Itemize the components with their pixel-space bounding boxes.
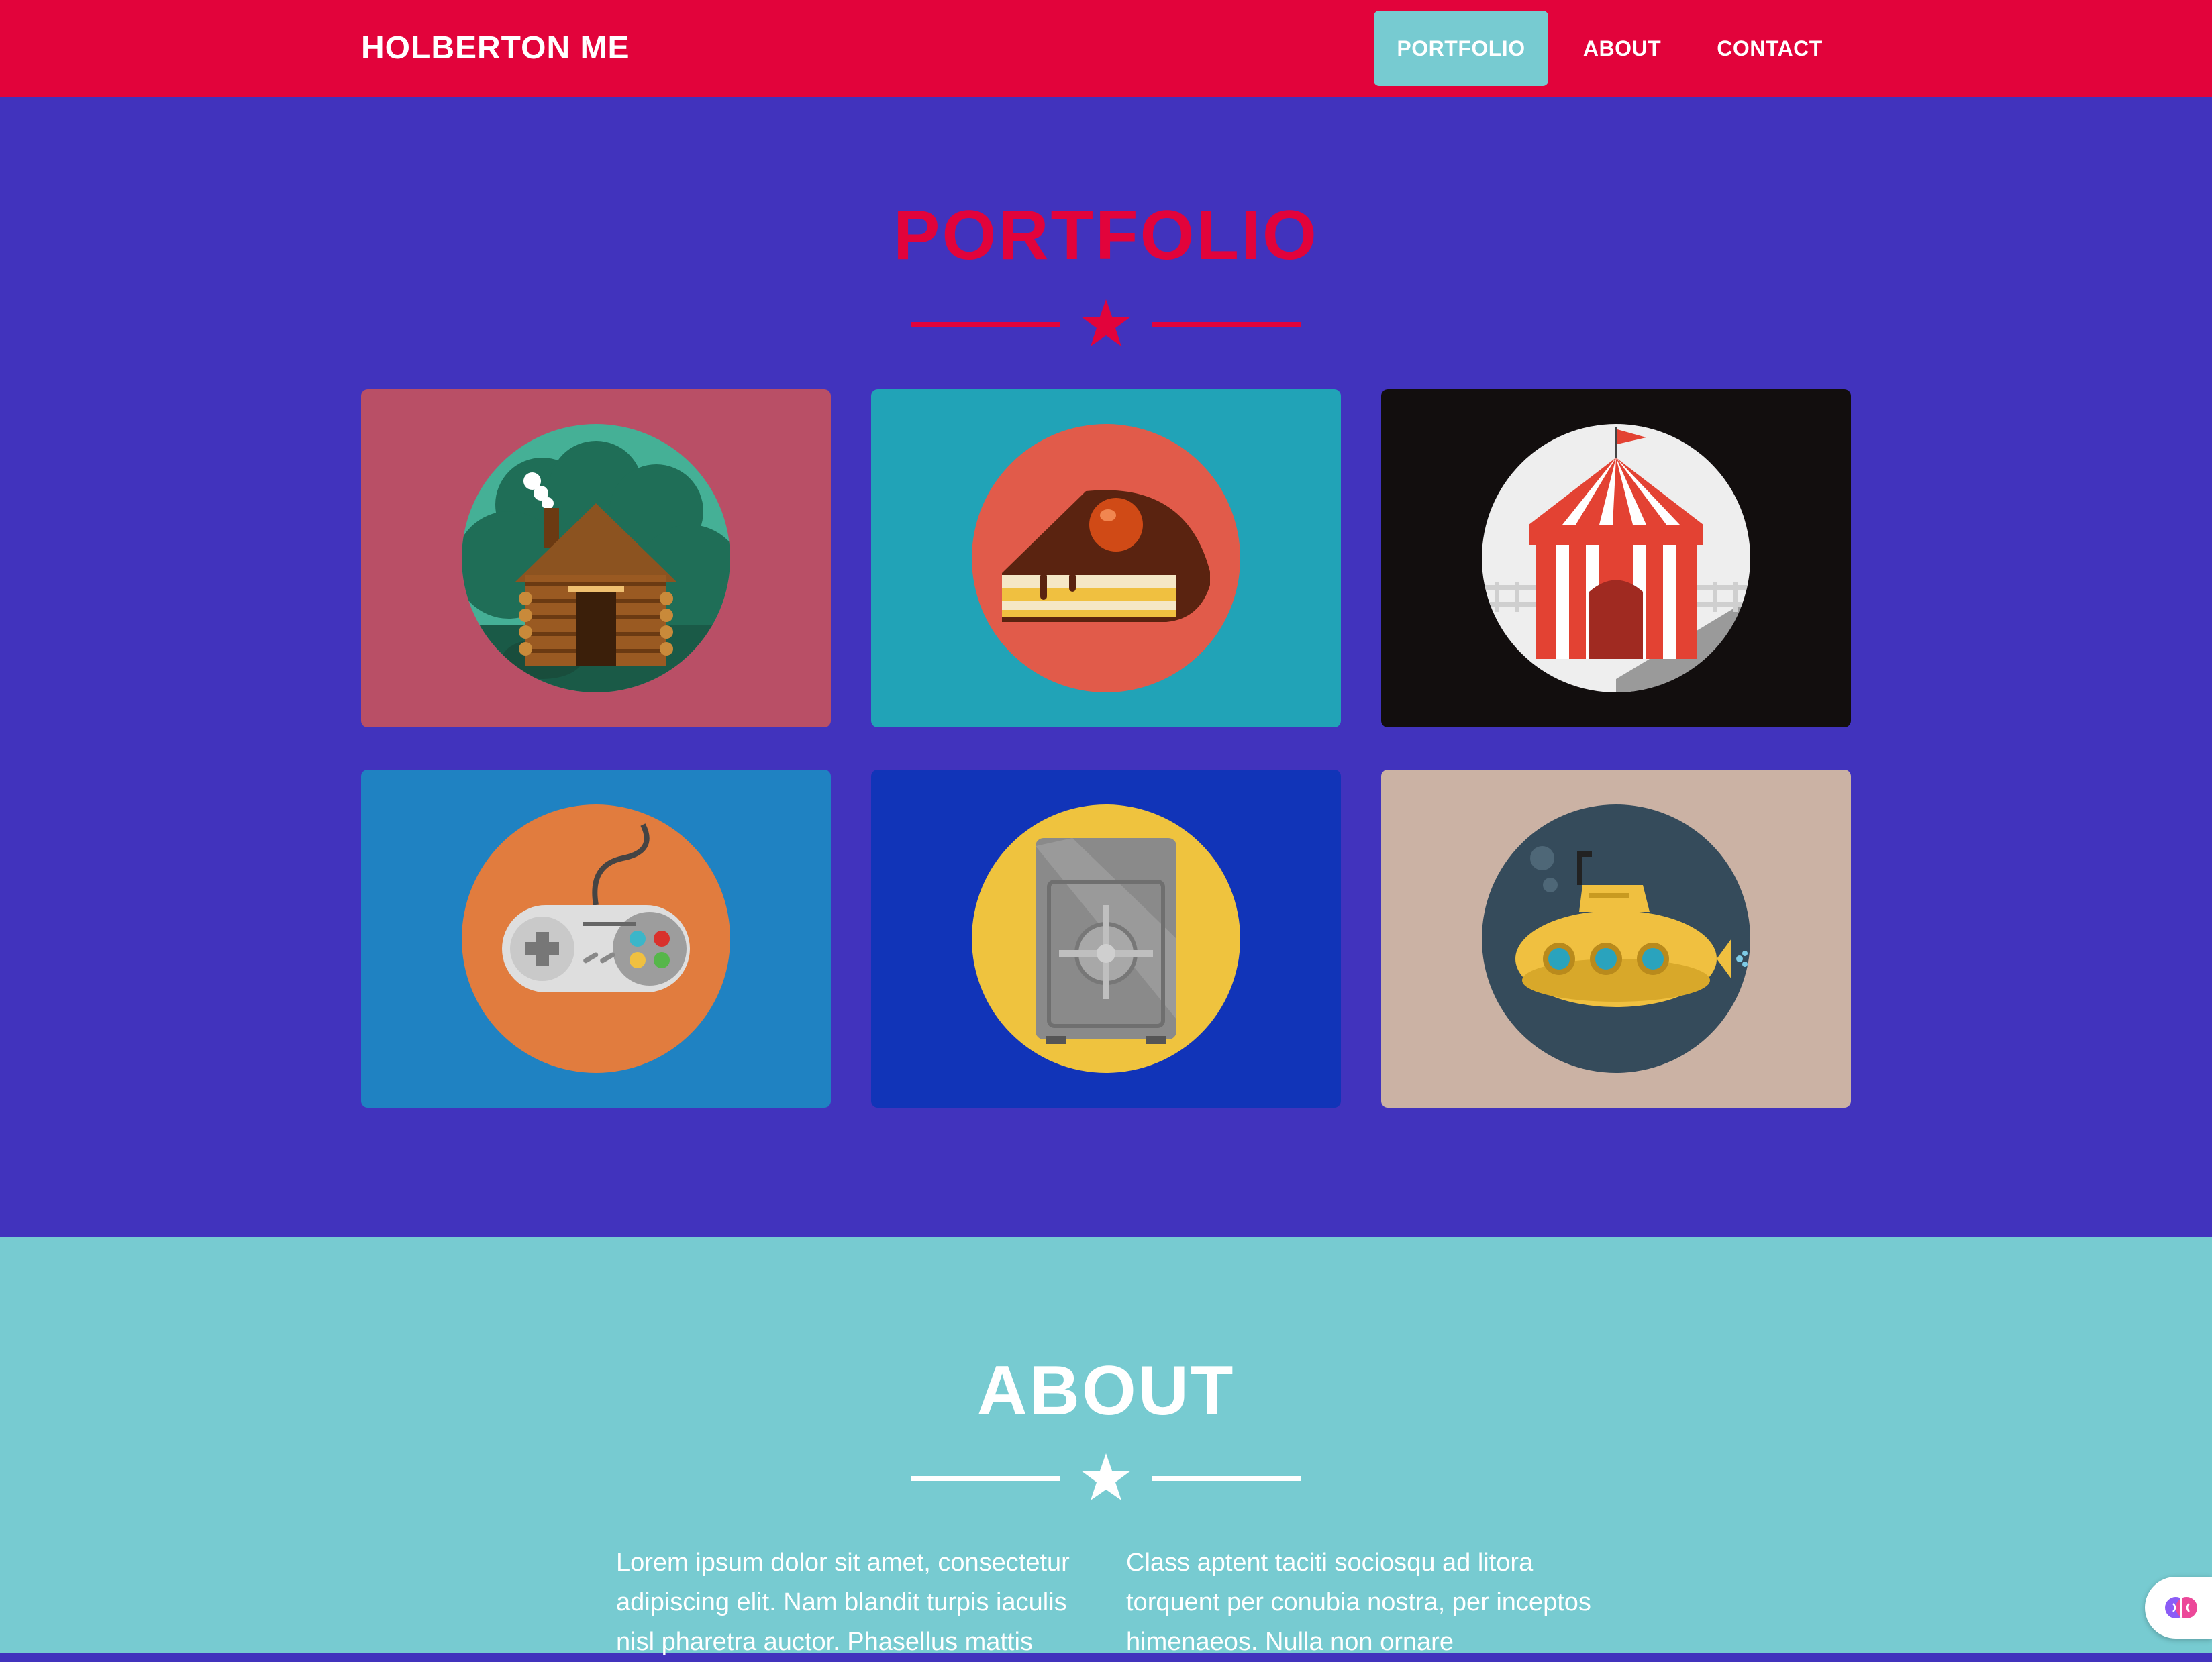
nav-about[interactable]: ABOUT	[1566, 11, 1678, 86]
circus-tent-icon	[1482, 424, 1750, 692]
brand-logo[interactable]: HOLBERTON ME	[361, 27, 630, 70]
star-icon	[1081, 299, 1131, 346]
cabin-icon	[462, 424, 730, 692]
nav-contact[interactable]: CONTACT	[1698, 11, 1842, 86]
portfolio-title: PORTFOLIO	[893, 197, 1319, 274]
portfolio-item-cabin[interactable]	[361, 389, 831, 727]
divider-left	[911, 1476, 1060, 1481]
safe-icon	[972, 804, 1240, 1073]
about-text-right: Class aptent taciti sociosqu ad litora t…	[1126, 1549, 1591, 1656]
submarine-icon	[1482, 804, 1750, 1073]
star-icon	[1081, 1453, 1131, 1500]
about-section: ABOUT Lorem ipsum dolor sit amet, consec…	[0, 1237, 2212, 1656]
navbar: HOLBERTON ME PORTFOLIO ABOUT CONTACT	[0, 0, 2212, 97]
about-title: ABOUT	[976, 1352, 1236, 1430]
game-controller-icon	[462, 804, 730, 1073]
brain-icon	[2165, 1597, 2197, 1618]
portfolio-item-submarine[interactable]	[1381, 770, 1851, 1108]
divider-left	[911, 322, 1060, 327]
divider-right	[1152, 322, 1301, 327]
about-text-left: Lorem ipsum dolor sit amet, consectetur …	[616, 1549, 1070, 1656]
portfolio-section: PORTFOLIO	[0, 97, 2212, 1237]
portfolio-item-circus[interactable]	[1381, 389, 1851, 727]
portfolio-item-safe[interactable]	[871, 770, 1341, 1108]
divider-right	[1152, 1476, 1301, 1481]
nav-portfolio[interactable]: PORTFOLIO	[1374, 11, 1548, 86]
portfolio-item-cake[interactable]	[871, 389, 1341, 727]
extension-badge[interactable]	[2145, 1577, 2212, 1639]
cake-icon	[972, 424, 1240, 692]
portfolio-item-controller[interactable]	[361, 770, 831, 1108]
